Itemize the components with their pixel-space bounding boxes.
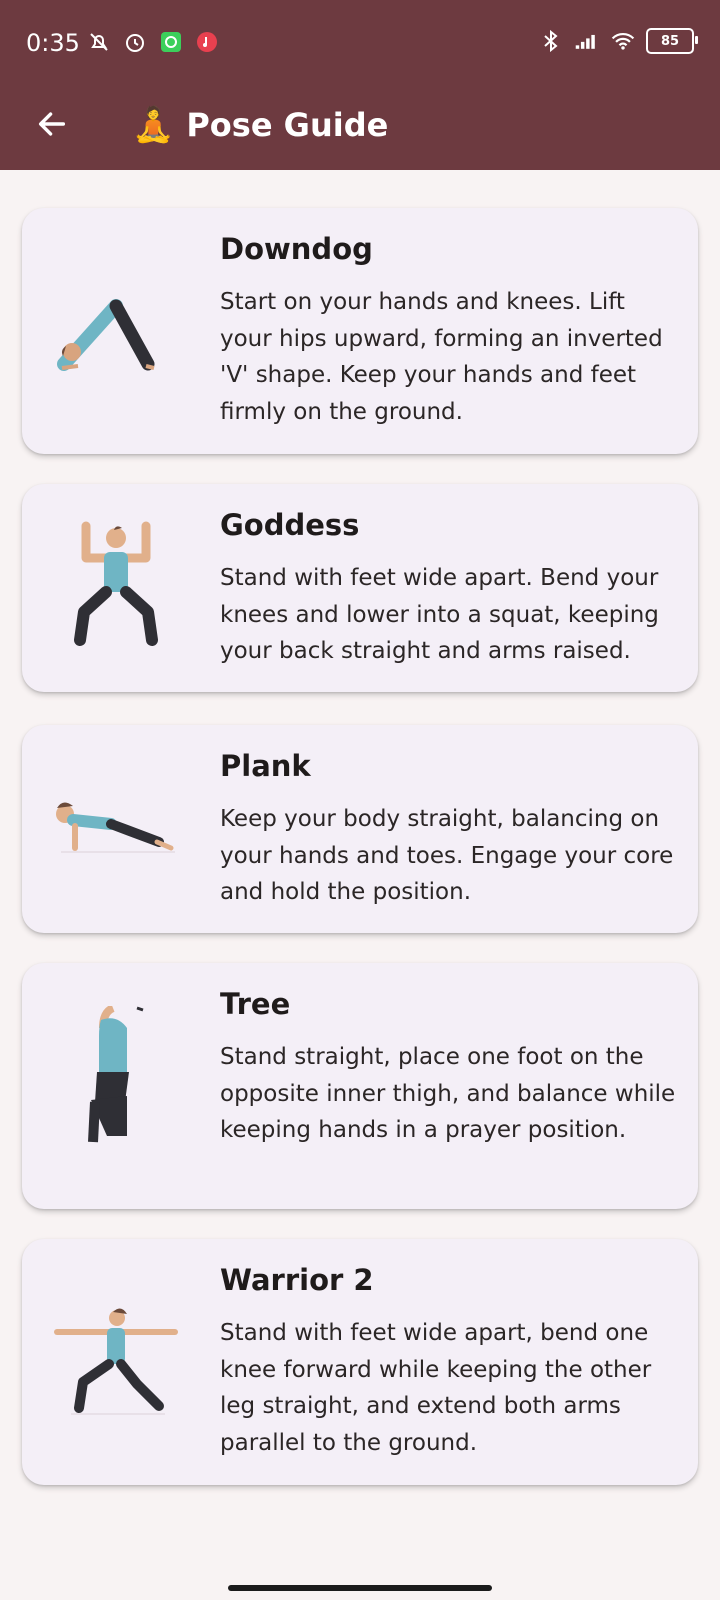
music-app-icon: [194, 29, 220, 55]
home-indicator[interactable]: [228, 1585, 492, 1591]
app-header: 0:35 85 🧘 Pose Guide: [0, 0, 720, 170]
pose-card-downdog[interactable]: Downdog Start on your hands and knees. L…: [22, 208, 698, 454]
battery-indicator: 85: [646, 28, 698, 54]
status-time: 0:35: [26, 29, 80, 57]
pose-description: Stand with feet wide apart, bend one kne…: [220, 1320, 652, 1456]
signal-icon: [574, 28, 600, 54]
meditation-emoji: 🧘: [132, 105, 175, 145]
pose-name: Tree: [220, 987, 291, 1021]
status-bar: 0:35 85: [0, 0, 720, 86]
pose-card-tree[interactable]: Tree Stand straight, place one foot on t…: [22, 963, 698, 1209]
wifi-icon: [610, 28, 636, 54]
goddess-pose-illustration: [46, 484, 186, 692]
pose-card-plank[interactable]: Plank Keep your body straight, balancing…: [22, 725, 698, 933]
bluetooth-icon: [538, 28, 564, 54]
page-title: 🧘 Pose Guide: [132, 100, 388, 150]
pose-name: Plank: [220, 749, 311, 783]
muted-bell-icon: [86, 29, 112, 55]
page-title-text: Pose Guide: [186, 106, 389, 144]
pose-description: Stand with feet wide apart. Bend your kn…: [220, 565, 659, 664]
app-bar: 🧘 Pose Guide: [0, 86, 720, 170]
tree-pose-illustration: [46, 963, 186, 1209]
pose-description: Keep your body straight, balancing on yo…: [220, 806, 674, 905]
system-icons: 85: [538, 28, 698, 54]
pose-card-goddess[interactable]: Goddess Stand with feet wide apart. Bend…: [22, 484, 698, 692]
pose-description: Start on your hands and knees. Lift your…: [220, 289, 663, 425]
arrow-left-icon: [38, 112, 66, 136]
pose-name: Warrior 2: [220, 1263, 374, 1297]
alarm-icon: [122, 29, 148, 55]
pose-description: Stand straight, place one foot on the op…: [220, 1044, 676, 1143]
notification-icons: [86, 29, 220, 55]
back-button[interactable]: [28, 100, 76, 148]
whatsapp-icon: [158, 29, 184, 55]
warrior2-pose-illustration: [46, 1239, 186, 1485]
pose-name: Goddess: [220, 508, 360, 542]
pose-card-warrior-2[interactable]: Warrior 2 Stand with feet wide apart, be…: [22, 1239, 698, 1485]
downdog-pose-illustration: [46, 208, 186, 454]
pose-name: Downdog: [220, 232, 373, 266]
plank-pose-illustration: [46, 725, 186, 933]
